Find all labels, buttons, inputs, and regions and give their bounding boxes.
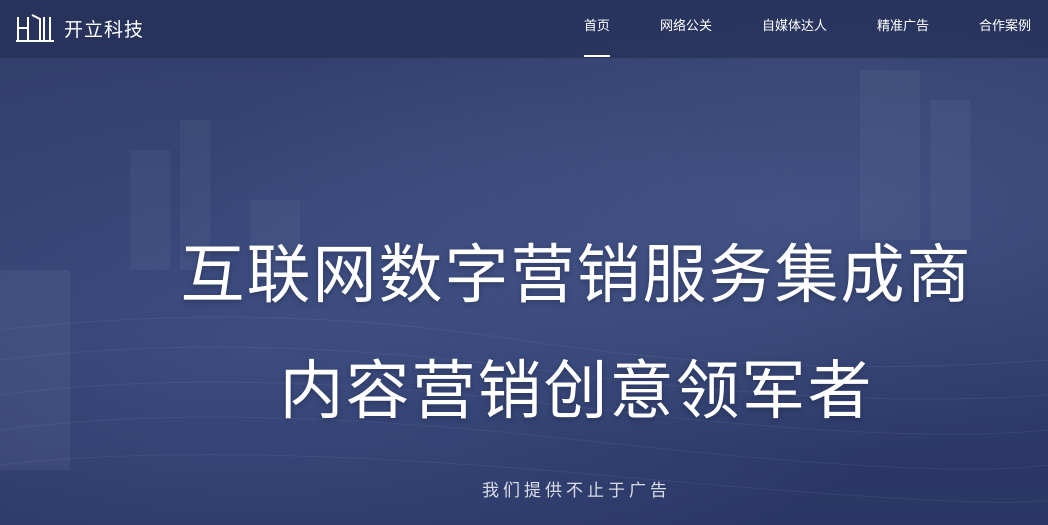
nav-item-home[interactable]: 首页 [567,0,627,58]
hero-tagline: 我们提供不止于广告 [482,481,671,501]
logo-mark-icon [16,14,54,42]
hero-headline-primary: 互联网数字营销服务集成商 [180,239,973,313]
nav-item-influencers[interactable]: 自媒体达人 [745,0,844,58]
brand-name: 开立科技 [64,18,145,41]
brand-logo[interactable]: 开立科技 [16,11,144,45]
top-navigation-bar: 开立科技 首页 网络公关 自媒体达人 精准广告 合作案例 [0,0,1048,59]
nav-item-precise-ads[interactable]: 精准广告 [860,0,946,58]
nav-item-cases[interactable]: 合作案例 [962,0,1048,58]
main-nav: 首页 网络公关 自媒体达人 精准广告 合作案例 [567,0,1048,58]
nav-item-pr[interactable]: 网络公关 [643,0,729,58]
hero-headline-secondary: 内容营销创意领军者 [279,355,874,429]
